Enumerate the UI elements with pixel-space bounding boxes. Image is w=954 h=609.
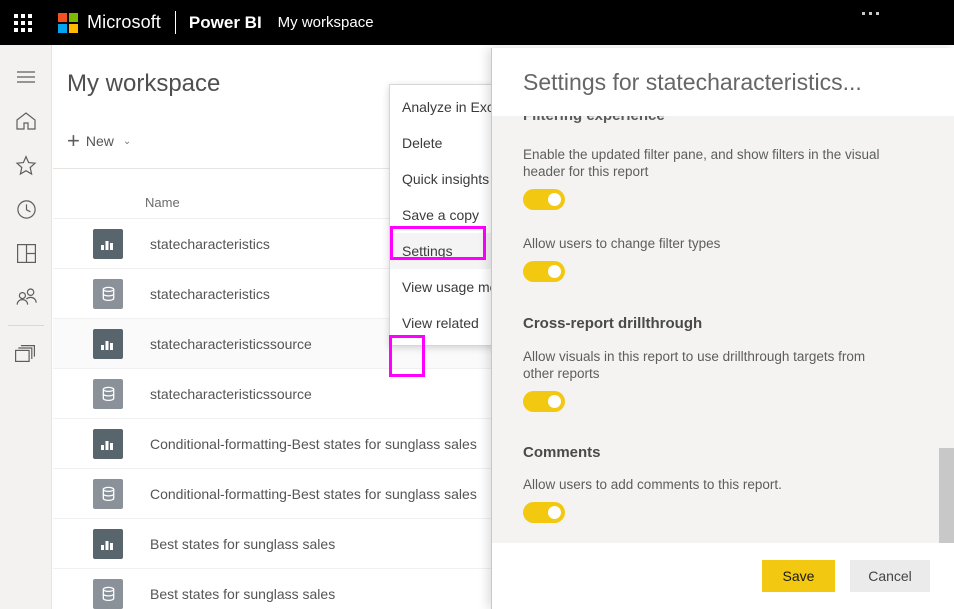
comments-toggle[interactable] (523, 502, 565, 523)
settings-scroll-area: Filtering experience Enable the updated … (492, 116, 938, 523)
item-name: Best states for sunglass sales (150, 535, 336, 552)
microsoft-logo-icon (58, 12, 78, 33)
dialog-body: Filtering experience Enable the updated … (492, 116, 954, 543)
section-heading-filtering-experience: Filtering experience (523, 116, 938, 125)
dataset-icon (93, 378, 123, 409)
dialog-header: Settings for statecharacteristics... (492, 48, 954, 116)
hamburger-menu-icon[interactable] (0, 55, 52, 99)
page-title: My workspace (67, 70, 221, 97)
dataset-icon (93, 578, 123, 609)
save-button[interactable]: Save (762, 560, 835, 592)
setting-filter-pane: Enable the updated filter pane, and show… (523, 146, 938, 210)
setting-description: Allow users to add comments to this repo… (523, 477, 782, 492)
item-name: Conditional-formatting-Best states for s… (150, 435, 477, 452)
chevron-down-icon: ⌄ (122, 135, 132, 147)
dialog-footer: Save Cancel (492, 543, 954, 609)
new-button[interactable]: + New ⌄ (67, 130, 131, 152)
left-navigation-rail (0, 45, 52, 609)
item-name: statecharacteristics (150, 235, 270, 252)
app-launcher-icon[interactable] (0, 0, 46, 45)
apps-icon[interactable] (0, 231, 52, 275)
microsoft-wordmark: Microsoft (87, 12, 161, 32)
scrollbar-thumb[interactable] (939, 448, 954, 543)
dialog-title: Settings for statecharacteristics... (523, 68, 862, 95)
cancel-button[interactable]: Cancel (850, 560, 930, 592)
item-name: Conditional-formatting-Best states for s… (150, 485, 477, 502)
dataset-icon (93, 478, 123, 509)
brand-divider (174, 11, 176, 34)
people-icon[interactable] (0, 275, 52, 319)
setting-description: Allow users to change filter types (523, 236, 721, 251)
power-bi-app: Microsoft Power BI My workspace My works… (0, 0, 954, 609)
dataset-icon (93, 278, 123, 309)
item-name: statecharacteristicssource (150, 335, 312, 352)
nav-divider (7, 325, 44, 326)
report-icon (93, 528, 123, 559)
column-header-name: Name (145, 195, 180, 210)
setting-comments: Comments Allow users to add comments to … (523, 444, 938, 523)
top-navigation-bar: Microsoft Power BI My workspace (0, 0, 954, 45)
setting-description: Enable the updated filter pane, and show… (523, 147, 880, 179)
filter-pane-toggle[interactable] (523, 189, 565, 210)
report-icon (93, 328, 123, 359)
settings-scrollbar[interactable] (938, 116, 954, 543)
setting-description: Allow visuals in this report to use dril… (523, 349, 866, 381)
change-filter-types-toggle[interactable] (523, 261, 565, 282)
plus-icon: + (67, 128, 80, 153)
breadcrumb-workspace[interactable]: My workspace (278, 14, 374, 31)
item-name: Best states for sunglass sales (150, 585, 336, 602)
power-bi-title[interactable]: Power BI (189, 13, 262, 33)
more-options-icon[interactable] (862, 12, 879, 15)
section-heading-cross-report-drillthrough: Cross-report drillthrough (523, 315, 703, 332)
clock-icon[interactable] (0, 187, 52, 231)
workspaces-icon[interactable] (0, 332, 52, 376)
cross-report-drillthrough-toggle[interactable] (523, 391, 565, 412)
new-button-label: New (85, 133, 114, 149)
report-icon (93, 228, 123, 259)
home-icon[interactable] (0, 99, 52, 143)
item-name: statecharacteristicssource (150, 385, 312, 402)
settings-dialog: Settings for statecharacteristics... Fil… (491, 48, 954, 609)
setting-change-filter-types: Allow users to change filter types (523, 235, 938, 282)
star-icon[interactable] (0, 143, 52, 187)
report-icon (93, 428, 123, 459)
setting-cross-report-drillthrough: Cross-report drillthrough Allow visuals … (523, 315, 938, 412)
item-name: statecharacteristics (150, 285, 270, 302)
section-heading-comments: Comments (523, 444, 601, 461)
